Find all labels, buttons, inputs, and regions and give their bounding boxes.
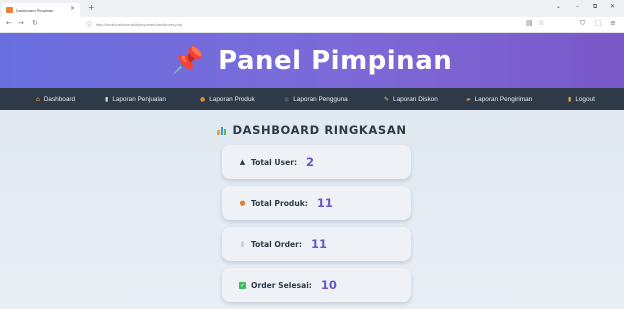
bar-chart-icon [217,126,227,135]
nav-laporan-pengguna[interactable]: ● Laporan Pengguna [284,88,348,110]
page-content: 📌 Panel Pimpinan ⌂ Dashboard ▮ Laporan P… [0,33,624,309]
stat-value: 10 [320,278,337,292]
stat-card-total-order: ▮ Total Order: 11 [222,227,411,261]
pushpin-icon: 📌 [171,45,205,76]
dashboard-title: DASHBOARD RINGKASAN [232,123,407,137]
stat-value: 2 [306,155,315,169]
url-field[interactable]: ⓘ http://localhost/riverakit/pimpinan/da… [86,19,546,30]
stat-card-total-produk: ● Total Produk: 11 [222,186,411,220]
extensions-icon[interactable]: ⬚ [595,19,602,27]
reload-icon[interactable]: ↻ [32,19,38,27]
nav-logout-label: Logout [575,95,595,103]
browser-tab[interactable]: Dashboard Pimpinan × [2,3,80,17]
nav-laporan-diskon-label: Laporan Diskon [393,95,438,103]
favicon-icon [6,7,13,13]
stat-value: 11 [316,196,333,210]
dashboard-heading: DASHBOARD RINGKASAN [0,123,624,137]
stat-card-total-user: ▲ Total User: 2 [222,145,411,179]
nav-laporan-produk[interactable]: ● Laporan Produk [200,88,255,110]
users-icon: ● [284,95,290,103]
tab-list-icon[interactable]: ⌄ [556,3,561,10]
truck-icon: ▰ [466,95,471,103]
nav-laporan-diskon[interactable]: ✎ Laporan Diskon [384,88,438,110]
user-icon: ▲ [239,158,246,166]
nav-laporan-pengiriman[interactable]: ▰ Laporan Pengiriman [466,88,532,110]
cookie-icon: ● [239,199,246,207]
main-navbar: ⌂ Dashboard ▮ Laporan Penjualan ● Lapora… [0,88,624,110]
box-icon: ● [200,95,206,103]
stat-label: Order Selesai: [251,280,312,290]
maximize-icon[interactable]: ⧉ [593,3,597,11]
url-text: http://localhost/riverakit/pimpinan/dash… [96,22,183,27]
stat-card-order-selesai: ✓ Order Selesai: 10 [222,268,411,302]
minimize-icon[interactable]: – [576,3,579,10]
browser-tab-bar: Dashboard Pimpinan × + ⌄ – ⧉ ✕ [0,0,624,17]
page-header: 📌 Panel Pimpinan [0,33,624,88]
page-title: Panel Pimpinan [218,45,453,76]
check-icon: ✓ [239,281,246,289]
bookmark-star-icon[interactable]: ☆ [538,19,544,27]
stat-label: Total Order: [251,239,302,249]
new-tab-button[interactable]: + [88,3,95,12]
address-bar: ← → ↻ ⓘ http://localhost/riverakit/pimpi… [0,17,624,33]
receipt-icon: ▮ [240,240,245,248]
nav-laporan-penjualan-label: Laporan Penjualan [112,95,166,103]
home-icon: ⌂ [36,95,40,103]
close-window-icon[interactable]: ✕ [610,3,615,10]
tab-title: Dashboard Pimpinan [16,7,54,13]
nav-laporan-pengiriman-label: Laporan Pengiriman [474,95,533,103]
shield-icon[interactable]: ⛉ [580,19,585,28]
nav-logout[interactable]: ▮ Logout [568,88,595,110]
menu-icon[interactable]: ≡ [610,19,616,27]
nav-laporan-penjualan[interactable]: ▮ Laporan Penjualan [105,88,166,110]
nav-dashboard-label: Dashboard [43,95,76,103]
tag-icon: ✎ [384,95,390,103]
stat-label: Total User: [251,157,298,167]
reader-mode-icon[interactable]: ▤ [526,19,533,27]
nav-laporan-pengguna-label: Laporan Pengguna [293,95,348,103]
document-icon: ▮ [105,95,109,103]
nav-dashboard[interactable]: ⌂ Dashboard [36,88,75,110]
door-icon: ▮ [568,95,572,103]
nav-laporan-produk-label: Laporan Produk [209,95,255,103]
site-info-icon[interactable]: ⓘ [86,20,92,29]
stat-value: 11 [310,237,327,251]
back-icon[interactable]: ← [6,19,12,27]
forward-icon[interactable]: → [18,19,24,27]
tab-close-icon[interactable]: × [70,5,75,12]
stat-label: Total Produk: [251,198,308,208]
